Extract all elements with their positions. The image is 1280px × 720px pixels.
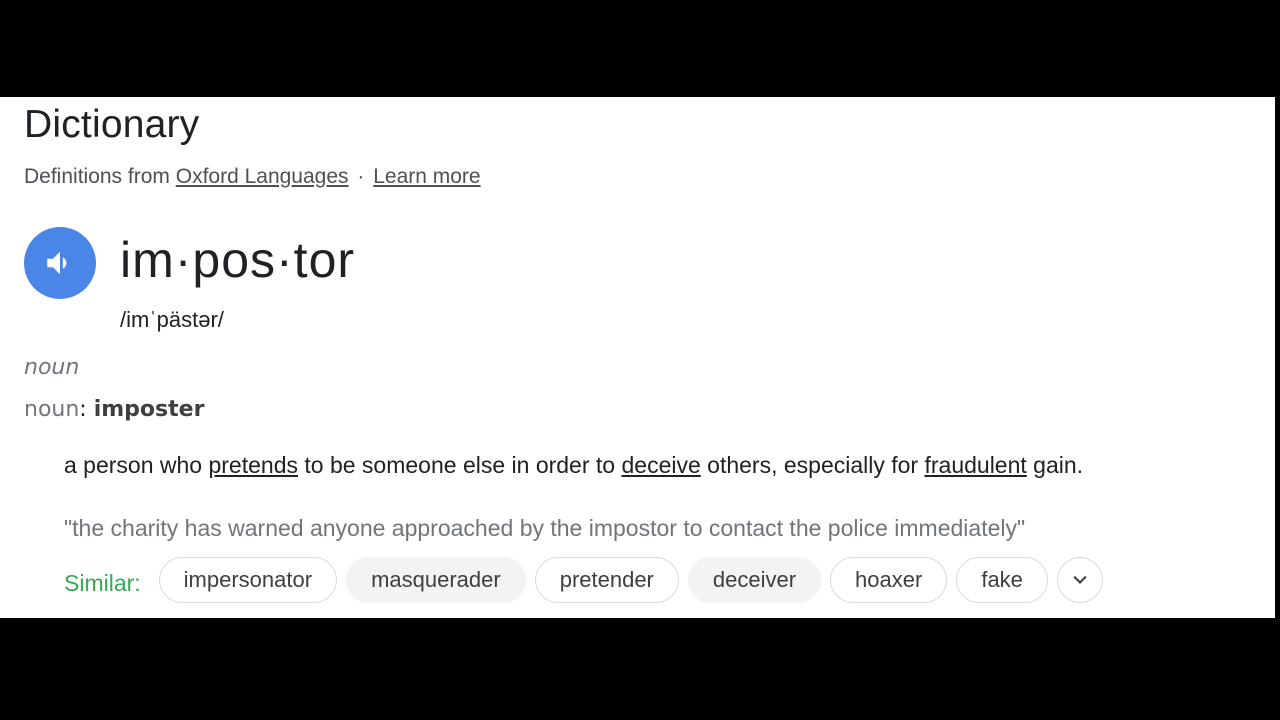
show-more-similar-button[interactable]: [1056, 557, 1103, 603]
definition-link-pretends[interactable]: pretends: [208, 452, 298, 478]
separator: ·: [357, 165, 365, 188]
similar-chip-impersonator[interactable]: impersonator: [158, 557, 338, 603]
similar-chip-fake[interactable]: fake: [956, 557, 1048, 603]
similar-chip-pretender[interactable]: pretender: [534, 557, 679, 603]
headword: im·pos·tor: [120, 232, 356, 288]
similar-chip-masquerader[interactable]: masquerader: [346, 557, 526, 603]
source-line: Definitions from Oxford Languages · Lear…: [24, 165, 481, 189]
variant-colon: :: [79, 397, 87, 422]
oxford-languages-link[interactable]: Oxford Languages: [176, 165, 349, 188]
definition-link-deceive[interactable]: deceive: [621, 452, 700, 478]
similar-chip-deceiver[interactable]: deceiver: [687, 557, 822, 603]
variant-line: noun: imposter: [24, 397, 204, 422]
similar-words: Similar: impersonator masquerader preten…: [64, 557, 1103, 603]
example-sentence: "the charity has warned anyone approache…: [64, 515, 1026, 541]
learn-more-link[interactable]: Learn more: [373, 165, 480, 188]
part-of-speech: noun: [24, 355, 80, 380]
definition-segment: a person who: [64, 452, 209, 478]
chevron-down-icon: [1073, 575, 1087, 585]
source-prefix: Definitions from: [24, 165, 170, 188]
definition-segment: to be someone else in order to: [298, 452, 622, 478]
similar-chip-hoaxer[interactable]: hoaxer: [830, 557, 948, 603]
definition-text: a person who pretends to be someone else…: [64, 450, 1264, 481]
pronunciation-button[interactable]: [24, 227, 96, 299]
variant-word: imposter: [93, 397, 205, 422]
phonetic: /imˈpästər/: [120, 307, 224, 332]
similar-label: Similar:: [64, 569, 141, 596]
variant-label: noun: [24, 397, 80, 422]
volume-up-icon: [47, 251, 67, 275]
panel-title: Dictionary: [24, 103, 200, 146]
definition-segment: gain.: [1026, 452, 1084, 478]
definition-link-fraudulent[interactable]: fraudulent: [924, 452, 1026, 478]
definition-segment: others, especially for: [700, 452, 925, 478]
dictionary-panel: Dictionary Definitions from Oxford Langu…: [0, 97, 1275, 618]
